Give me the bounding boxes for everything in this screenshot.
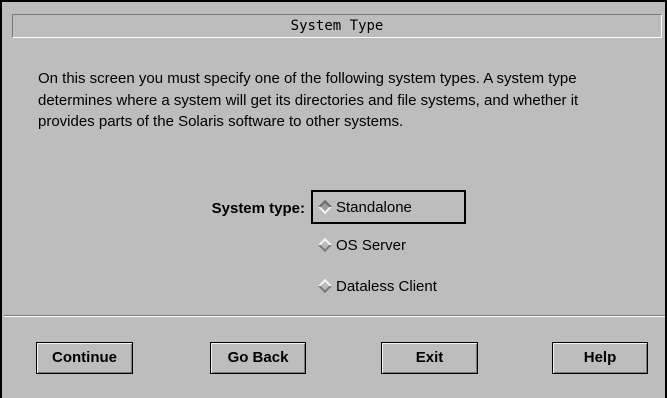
radio-label-standalone: Standalone <box>336 198 412 216</box>
separator-line <box>4 315 665 317</box>
go-back-button[interactable]: Go Back <box>210 342 306 374</box>
system-type-window: System Type On this screen you must spec… <box>0 0 667 398</box>
system-type-label: System type: <box>211 200 305 217</box>
radio-diamond-icon <box>317 237 333 253</box>
radio-label-os-server: OS Server <box>336 236 407 254</box>
radio-standalone[interactable]: Standalone <box>311 190 466 224</box>
continue-button[interactable]: Continue <box>36 342 133 374</box>
radio-diamond-icon <box>317 199 333 215</box>
radio-diamond-icon <box>317 278 333 294</box>
radio-os-server[interactable]: OS Server <box>311 228 466 262</box>
window-title: System Type <box>12 14 662 38</box>
exit-button[interactable]: Exit <box>381 342 478 374</box>
description-text: On this screen you must specify one of t… <box>38 70 579 130</box>
radio-dataless-client[interactable]: Dataless Client <box>311 269 466 303</box>
help-button[interactable]: Help <box>552 342 648 374</box>
radio-label-dataless-client: Dataless Client <box>336 277 437 295</box>
